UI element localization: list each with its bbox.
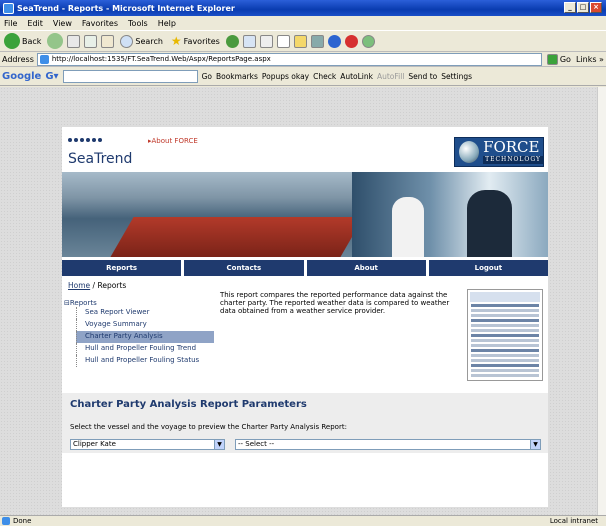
address-label: Address xyxy=(2,54,34,64)
autofill-button[interactable]: AutoFill xyxy=(377,72,404,81)
address-bar: Address http://localhost:1535/FT.SeaTren… xyxy=(0,52,606,67)
autolink-button[interactable]: AutoLink xyxy=(340,72,373,81)
report-description: This report compares the reported perfor… xyxy=(220,291,450,315)
page-icon xyxy=(39,54,49,64)
mail-icon[interactable] xyxy=(259,34,273,48)
status-text: Done xyxy=(13,517,32,525)
parameters-title: Charter Party Analysis Report Parameters xyxy=(70,399,307,410)
back-arrow-icon xyxy=(4,33,20,49)
page-header: SeaTrend ▸About FORCE FORCE TECHNOLOGY xyxy=(62,127,548,172)
back-button[interactable]: Back xyxy=(2,32,43,50)
favorites-button[interactable]: ★ Favorites xyxy=(169,33,222,49)
breadcrumb: Home / Reports xyxy=(68,281,127,290)
google-g-icon[interactable]: G▾ xyxy=(45,71,58,82)
captain-phone-image xyxy=(467,190,512,257)
google-search-input[interactable] xyxy=(62,69,198,83)
links-button[interactable]: Links » xyxy=(576,55,604,64)
tree-item-hull-fouling-status[interactable]: Hull and Propeller Fouling Status xyxy=(76,355,214,367)
security-zone: Local intranet xyxy=(549,517,598,525)
ship-deck-image xyxy=(110,217,364,257)
star-icon: ★ xyxy=(170,34,182,48)
sendto-button[interactable]: Send to xyxy=(408,72,437,81)
minimize-button[interactable]: _ xyxy=(564,2,576,13)
address-input[interactable]: http://localhost:1535/FT.SeaTrend.Web/As… xyxy=(36,52,542,66)
tree-item-charter-party-analysis[interactable]: Charter Party Analysis xyxy=(76,331,214,343)
about-force-link[interactable]: ▸About FORCE xyxy=(148,137,198,145)
parameters-hint: Select the vessel and the voyage to prev… xyxy=(70,423,347,431)
nav-contacts[interactable]: Contacts xyxy=(184,260,304,276)
nav-about[interactable]: About xyxy=(306,260,426,276)
force-globe-icon xyxy=(459,141,480,163)
window-title: SeaTrend - Reports - Microsoft Internet … xyxy=(17,3,235,13)
page-done-icon xyxy=(2,517,10,525)
messenger-icon[interactable] xyxy=(310,34,324,48)
popups-button[interactable]: Popups okay xyxy=(262,72,309,81)
bridge-image xyxy=(352,172,548,257)
people-icon[interactable] xyxy=(361,34,375,48)
go-button[interactable]: Go xyxy=(545,53,573,66)
report-tree: ⊟Reports Sea Report Viewer Voyage Summar… xyxy=(64,299,214,367)
menu-edit[interactable]: Edit xyxy=(27,19,43,28)
report-parameters-panel: Charter Party Analysis Report Parameters… xyxy=(62,393,548,453)
media-icon[interactable] xyxy=(225,34,239,48)
breadcrumb-current: Reports xyxy=(97,281,127,290)
maximize-button[interactable]: □ xyxy=(577,2,589,13)
breadcrumb-home[interactable]: Home xyxy=(68,281,90,290)
status-bar: Done Local intranet xyxy=(0,515,606,526)
refresh-icon[interactable] xyxy=(84,34,98,48)
nav-logout[interactable]: Logout xyxy=(428,260,548,276)
menu-help[interactable]: Help xyxy=(158,19,176,28)
chevron-down-icon[interactable]: ▼ xyxy=(530,440,540,449)
nav-reports[interactable]: Reports xyxy=(62,260,182,276)
check-button[interactable]: Check xyxy=(313,72,336,81)
close-button[interactable]: × xyxy=(590,2,602,13)
settings-button[interactable]: Settings xyxy=(441,72,472,81)
history-icon[interactable] xyxy=(242,34,256,48)
toolbar: Back Search ★ Favorites xyxy=(0,30,606,52)
vessel-select[interactable]: Clipper Kate ▼ xyxy=(70,439,225,450)
print-icon[interactable] xyxy=(276,34,290,48)
vertical-scrollbar[interactable] xyxy=(597,87,606,515)
browser-viewport: SeaTrend ▸About FORCE FORCE TECHNOLOGY R… xyxy=(0,87,597,515)
title-bar: SeaTrend - Reports - Microsoft Internet … xyxy=(0,0,606,16)
web-page: SeaTrend ▸About FORCE FORCE TECHNOLOGY R… xyxy=(62,127,548,507)
tree-item-hull-fouling-trend[interactable]: Hull and Propeller Fouling Trend xyxy=(76,343,214,355)
menu-file[interactable]: File xyxy=(4,19,17,28)
go-arrow-icon xyxy=(546,53,558,65)
search-icon xyxy=(120,34,134,48)
tree-root-reports[interactable]: ⊟Reports xyxy=(64,299,214,307)
menu-favorites[interactable]: Favorites xyxy=(82,19,118,28)
force-technology-logo: FORCE TECHNOLOGY xyxy=(454,137,544,167)
chevron-down-icon[interactable]: ▼ xyxy=(214,440,224,449)
ie-icon xyxy=(3,2,14,14)
officer-image xyxy=(392,197,424,257)
menu-bar: File Edit View Favorites Tools Help xyxy=(0,16,606,30)
google-go-button[interactable]: Go xyxy=(202,72,212,81)
banner-image xyxy=(62,172,548,257)
folder-icon[interactable] xyxy=(293,34,307,48)
tree-item-voyage-summary[interactable]: Voyage Summary xyxy=(76,319,214,331)
tree-item-sea-report-viewer[interactable]: Sea Report Viewer xyxy=(76,307,214,319)
main-nav: Reports Contacts About Logout xyxy=(62,260,548,276)
seatrend-logo: SeaTrend xyxy=(68,151,133,167)
research-icon[interactable] xyxy=(344,34,358,48)
menu-view[interactable]: View xyxy=(53,19,72,28)
google-toolbar: Google G▾ Go Bookmarks Popups okay Check… xyxy=(0,67,606,86)
menu-tools[interactable]: Tools xyxy=(128,19,148,28)
stop-icon[interactable] xyxy=(67,34,81,48)
bluetooth-icon[interactable] xyxy=(327,34,341,48)
voyage-select[interactable]: -- Select -- ▼ xyxy=(235,439,541,450)
home-icon[interactable] xyxy=(101,34,115,48)
search-button[interactable]: Search xyxy=(118,34,164,49)
report-preview-thumbnail xyxy=(467,289,543,381)
bookmarks-button[interactable]: Bookmarks xyxy=(216,72,258,81)
forward-icon[interactable] xyxy=(47,33,64,49)
seatrend-logo-dots xyxy=(68,135,104,144)
google-logo: Google xyxy=(2,70,42,82)
